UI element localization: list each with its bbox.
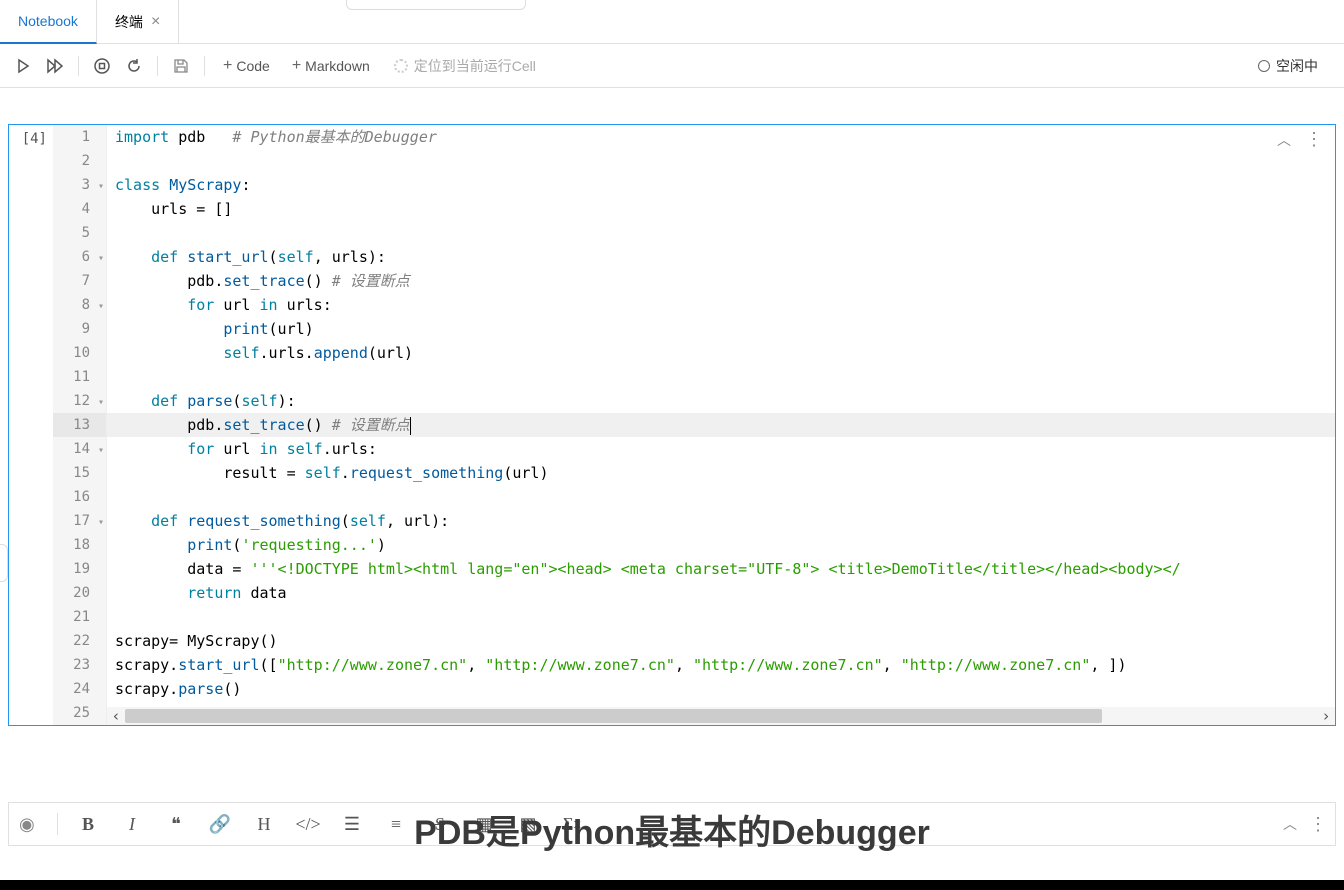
code-line[interactable]: self.urls.append(url) bbox=[107, 341, 1335, 365]
code-line[interactable]: class MyScrapy: bbox=[107, 173, 1335, 197]
side-handle[interactable] bbox=[0, 544, 8, 582]
code-line[interactable]: pdb.set_trace() # 设置断点 bbox=[107, 413, 1335, 437]
spinner-icon bbox=[394, 59, 408, 73]
link-button[interactable]: 🔗 bbox=[200, 809, 240, 839]
code-line[interactable]: def start_url(self, urls): bbox=[107, 245, 1335, 269]
codeblock-button[interactable]: </> bbox=[288, 809, 328, 839]
code-cell[interactable]: [4] 123▾456▾78▾9101112▾1314▾151617▾18192… bbox=[8, 124, 1336, 726]
image-button[interactable]: ▧ bbox=[508, 809, 548, 839]
code-line[interactable]: def request_something(self, url): bbox=[107, 509, 1335, 533]
collapse-icon[interactable]: ︿ bbox=[1277, 130, 1291, 150]
strike-button[interactable]: S bbox=[420, 809, 460, 839]
stop-icon[interactable] bbox=[89, 53, 115, 79]
run-all-icon[interactable] bbox=[42, 53, 68, 79]
close-icon[interactable]: × bbox=[151, 13, 160, 31]
code-line[interactable]: def parse(self): bbox=[107, 389, 1335, 413]
execution-count: [4] bbox=[9, 125, 53, 725]
code-line[interactable]: for url in self.urls: bbox=[107, 437, 1335, 461]
scroll-right-icon[interactable]: › bbox=[1317, 707, 1335, 725]
notebook-area: [4] 123▾456▾78▾9101112▾1314▾151617▾18192… bbox=[0, 88, 1344, 830]
cell-menu-icon[interactable]: ⋮ bbox=[1305, 129, 1321, 150]
markdown-toolbar: ◉ B I ❝ 🔗 H </> ☰ ≡ S ▦ ▧ Σx ︿ ⋮ bbox=[8, 802, 1336, 846]
code-line[interactable]: pdb.set_trace() # 设置断点 bbox=[107, 269, 1335, 293]
restart-icon[interactable] bbox=[121, 53, 147, 79]
code-line[interactable]: urls = [] bbox=[107, 197, 1335, 221]
tab-terminal[interactable]: 终端 × bbox=[97, 0, 179, 44]
code-area[interactable]: ︿ ⋮ import pdb # Python最基本的Debugger class… bbox=[107, 125, 1335, 725]
code-line[interactable] bbox=[107, 221, 1335, 245]
locate-cell-button[interactable]: 定位到当前运行Cell bbox=[384, 56, 546, 76]
horizontal-scrollbar: ‹› bbox=[107, 707, 1335, 725]
quote-button[interactable]: ❝ bbox=[156, 809, 196, 839]
code-line[interactable]: scrapy.parse() bbox=[107, 677, 1335, 701]
code-line[interactable]: print('requesting...') bbox=[107, 533, 1335, 557]
bottom-bar bbox=[0, 880, 1344, 890]
code-line[interactable]: result = self.request_something(url) bbox=[107, 461, 1335, 485]
heading-button[interactable]: H bbox=[244, 809, 284, 839]
scroll-track[interactable] bbox=[125, 707, 1317, 725]
run-icon[interactable] bbox=[10, 53, 36, 79]
tabs-row: Notebook 终端 × bbox=[0, 0, 1344, 44]
code-line[interactable] bbox=[107, 149, 1335, 173]
code-line[interactable] bbox=[107, 365, 1335, 389]
dropdown-remnant bbox=[346, 0, 526, 10]
code-line[interactable]: data = '''<!DOCTYPE html><html lang="en"… bbox=[107, 557, 1335, 581]
main-toolbar: +Code +Markdown 定位到当前运行Cell 空闲中 bbox=[0, 44, 1344, 88]
list-button[interactable]: ☰ bbox=[332, 809, 372, 839]
code-line[interactable]: scrapy.start_url(["http://www.zone7.cn",… bbox=[107, 653, 1335, 677]
ordered-list-button[interactable]: ≡ bbox=[376, 809, 416, 839]
code-line[interactable]: for url in urls: bbox=[107, 293, 1335, 317]
code-line[interactable]: print(url) bbox=[107, 317, 1335, 341]
kernel-status[interactable]: 空闲中 bbox=[1258, 56, 1334, 76]
bold-button[interactable]: B bbox=[68, 809, 108, 839]
scroll-left-icon[interactable]: ‹ bbox=[107, 707, 125, 725]
code-editor: 123▾456▾78▾9101112▾1314▾151617▾181920212… bbox=[53, 125, 1335, 725]
code-line[interactable]: import pdb # Python最基本的Debugger bbox=[107, 125, 1335, 149]
add-code-button[interactable]: +Code bbox=[215, 53, 278, 79]
md-collapse-icon[interactable]: ︿ bbox=[1283, 814, 1297, 834]
add-markdown-button[interactable]: +Markdown bbox=[284, 53, 378, 79]
status-dot-icon bbox=[1258, 60, 1270, 72]
preview-icon[interactable]: ◉ bbox=[19, 814, 47, 835]
code-line[interactable]: return data bbox=[107, 581, 1335, 605]
tab-notebook[interactable]: Notebook bbox=[0, 0, 97, 44]
code-line[interactable] bbox=[107, 605, 1335, 629]
scroll-thumb[interactable] bbox=[125, 709, 1102, 723]
line-gutter: 123▾456▾78▾9101112▾1314▾151617▾181920212… bbox=[53, 125, 107, 725]
code-line[interactable]: scrapy= MyScrapy() bbox=[107, 629, 1335, 653]
save-icon[interactable] bbox=[168, 53, 194, 79]
md-menu-icon[interactable]: ⋮ bbox=[1309, 814, 1325, 835]
italic-button[interactable]: I bbox=[112, 809, 152, 839]
table-button[interactable]: ▦ bbox=[464, 809, 504, 839]
code-line[interactable] bbox=[107, 485, 1335, 509]
formula-button[interactable]: Σx bbox=[552, 809, 592, 839]
